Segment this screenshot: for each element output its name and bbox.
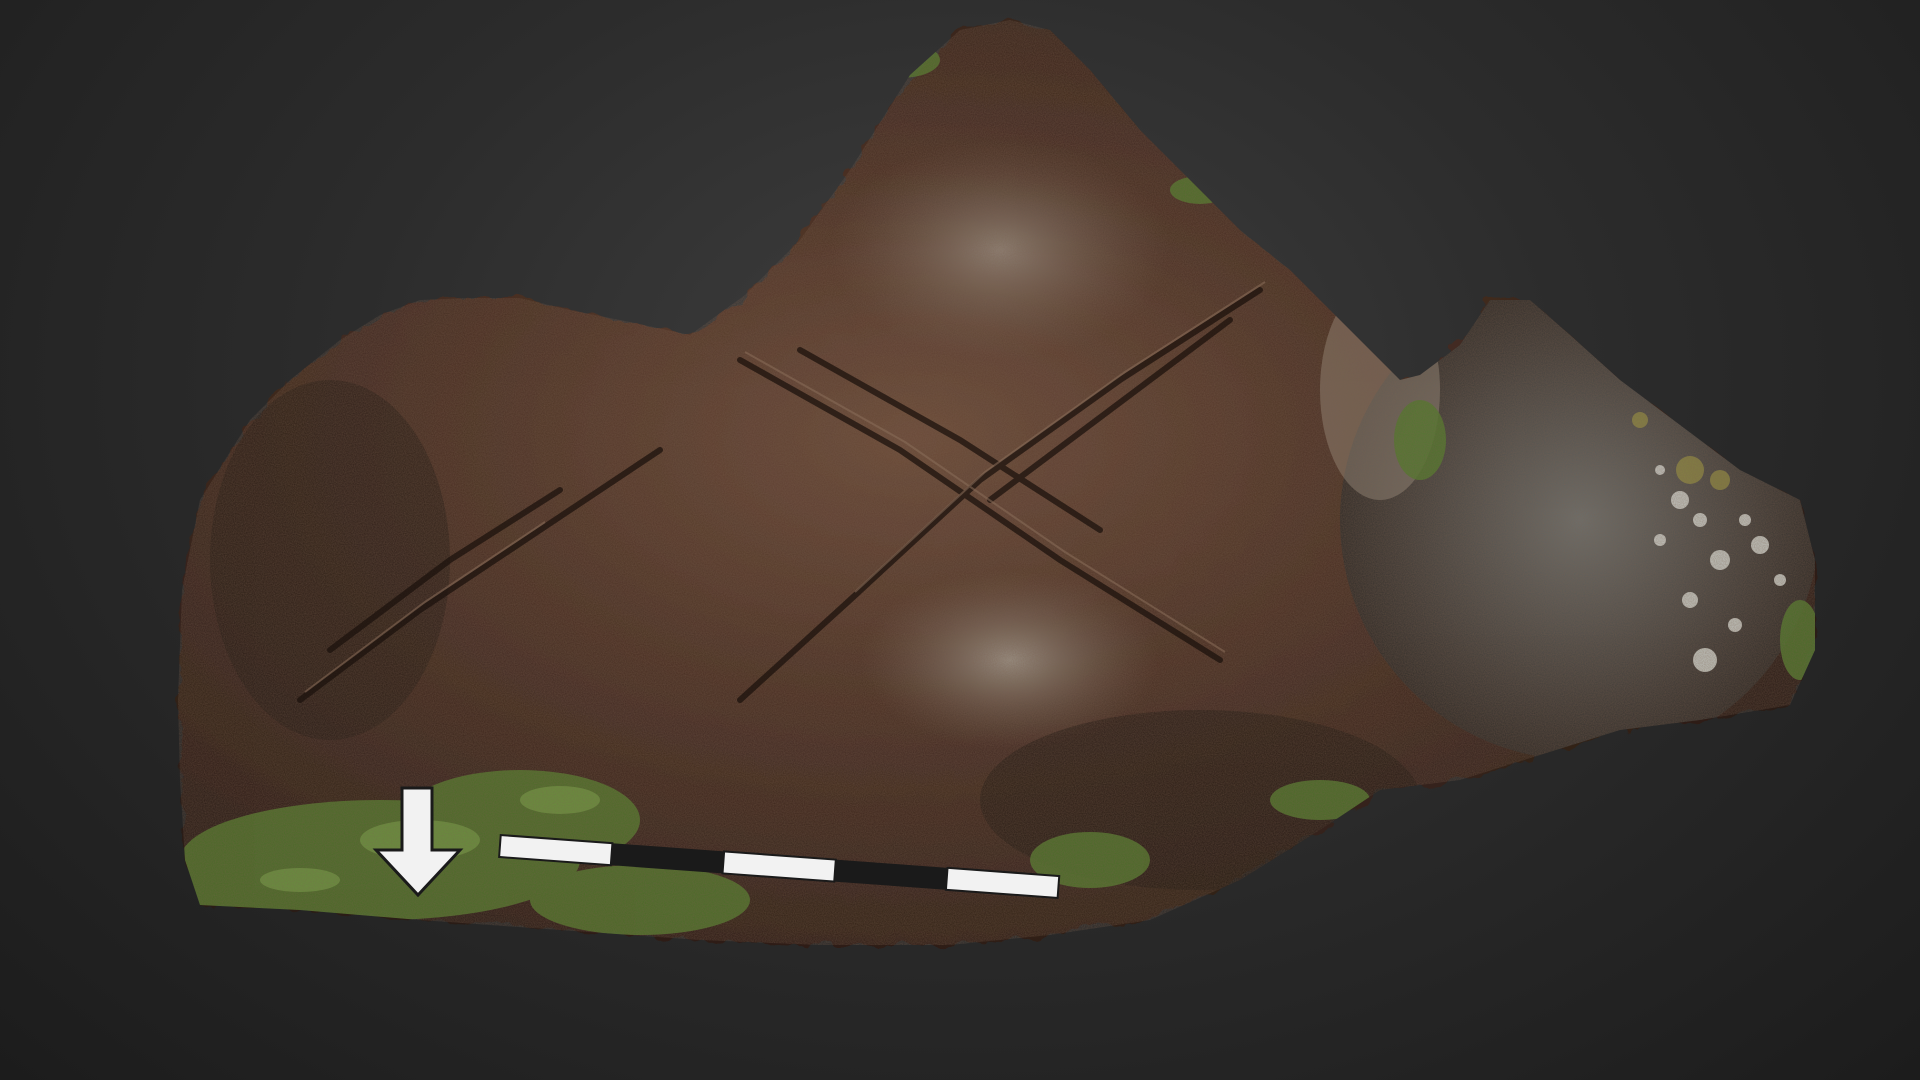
- rock-model-scene[interactable]: [0, 0, 1920, 1080]
- rock-texture: [178, 20, 1815, 945]
- 3d-viewer-canvas[interactable]: [0, 0, 1920, 1080]
